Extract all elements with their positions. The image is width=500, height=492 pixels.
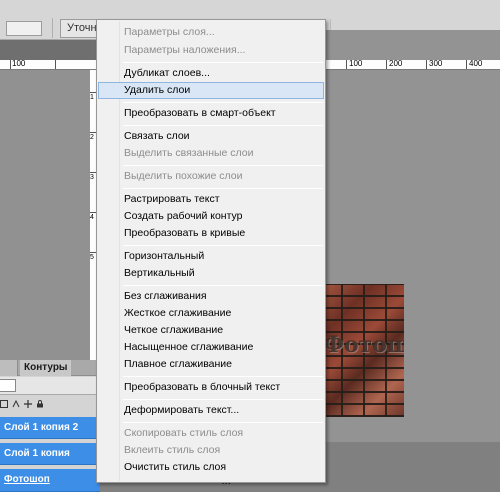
context-menu: Параметры слоя... Параметры наложения...… [96,19,326,483]
menu-item-paste-layer-style[interactable]: Вклеить стиль слоя [98,442,324,459]
menu-item-antialias-sharp[interactable]: Жесткое сглаживание [98,305,324,322]
ruler-tick-label: 3 [90,174,94,181]
lock-row [0,396,100,412]
ruler-tick-label: 100 [12,60,26,68]
layer-row[interactable]: Слой 1 копия [0,443,100,465]
lock-transparent-icon[interactable] [0,400,8,408]
canvas-pasteboard-left [0,62,90,360]
menu-item-delete-layers[interactable]: Удалить слои [98,82,324,99]
menu-item-antialias-strong[interactable]: Насыщенное сглаживание [98,339,324,356]
menu-item-antialias-smooth[interactable]: Плавное сглаживание [98,356,324,373]
canvas-image[interactable]: Фотошоп [319,284,404,417]
menu-item-horizontal[interactable]: Горизонтальный [98,248,324,265]
ruler-tick-label: 2 [90,134,94,141]
menu-item-antialias-none[interactable]: Без сглаживания [98,288,324,305]
tab-layers[interactable] [0,360,18,376]
image-text: Фотошоп [323,332,404,358]
menu-item-convert-smart-object[interactable]: Преобразовать в смарт-объект [98,105,324,122]
layer-row-text[interactable]: Фотошоп [0,469,100,492]
menu-item-warp-text[interactable]: Деформировать текст... [98,402,324,419]
lock-all-icon[interactable] [36,400,44,408]
layer-name: Фотошоп [4,474,50,485]
menu-item-link-layers[interactable]: Связать слои [98,128,324,145]
menu-item-convert-paragraph-text[interactable]: Преобразовать в блочный текст [98,379,324,396]
lock-image-icon[interactable] [12,400,20,408]
ruler-tick-label: 400 [469,60,483,68]
tab-paths[interactable]: Контуры [20,360,72,376]
layer-row[interactable]: Слой 1 копия 2 [0,417,100,439]
options-divider [52,18,53,38]
ruler-tick-label: 300 [429,60,443,68]
ruler-tick-label: 5 [90,254,94,261]
menu-item-select-linked[interactable]: Выделить связанные слои [98,145,324,162]
menu-item-copy-layer-style[interactable]: Скопировать стиль слоя [98,425,324,442]
menu-item-blending-options[interactable]: Параметры наложения... [98,42,324,59]
options-color-box[interactable] [6,21,42,36]
menu-item-duplicate-layers[interactable]: Дубликат слоев... [98,65,324,82]
menu-item-clear-layer-style[interactable]: Очистить стиль слоя [98,459,324,476]
ruler-tick-label: 4 [90,214,94,221]
panel-tabs: Контуры [0,360,100,376]
blend-mode-select[interactable] [0,379,16,392]
menu-item-vertical[interactable]: Вертикальный [98,265,324,282]
menu-item-antialias-crisp[interactable]: Четкое сглаживание [98,322,324,339]
layers-panel: Контуры Слой 1 копия 2 Слой 1 копия Фото… [0,360,100,492]
lock-position-icon[interactable] [24,400,32,408]
menu-item-layer-properties[interactable]: Параметры слоя... [98,24,324,41]
ruler-tick-label: 1 [90,94,94,101]
menu-item-select-similar[interactable]: Выделить похожие слои [98,168,324,185]
menu-item-convert-to-shape[interactable]: Преобразовать в кривые [98,225,324,242]
ruler-tick-label: 200 [389,60,403,68]
ruler-tick-label: 100 [349,60,363,68]
menu-item-rasterize-type[interactable]: Растрировать текст [98,191,324,208]
menu-item-create-work-path[interactable]: Создать рабочий контур [98,208,324,225]
blend-mode-row [0,377,100,395]
